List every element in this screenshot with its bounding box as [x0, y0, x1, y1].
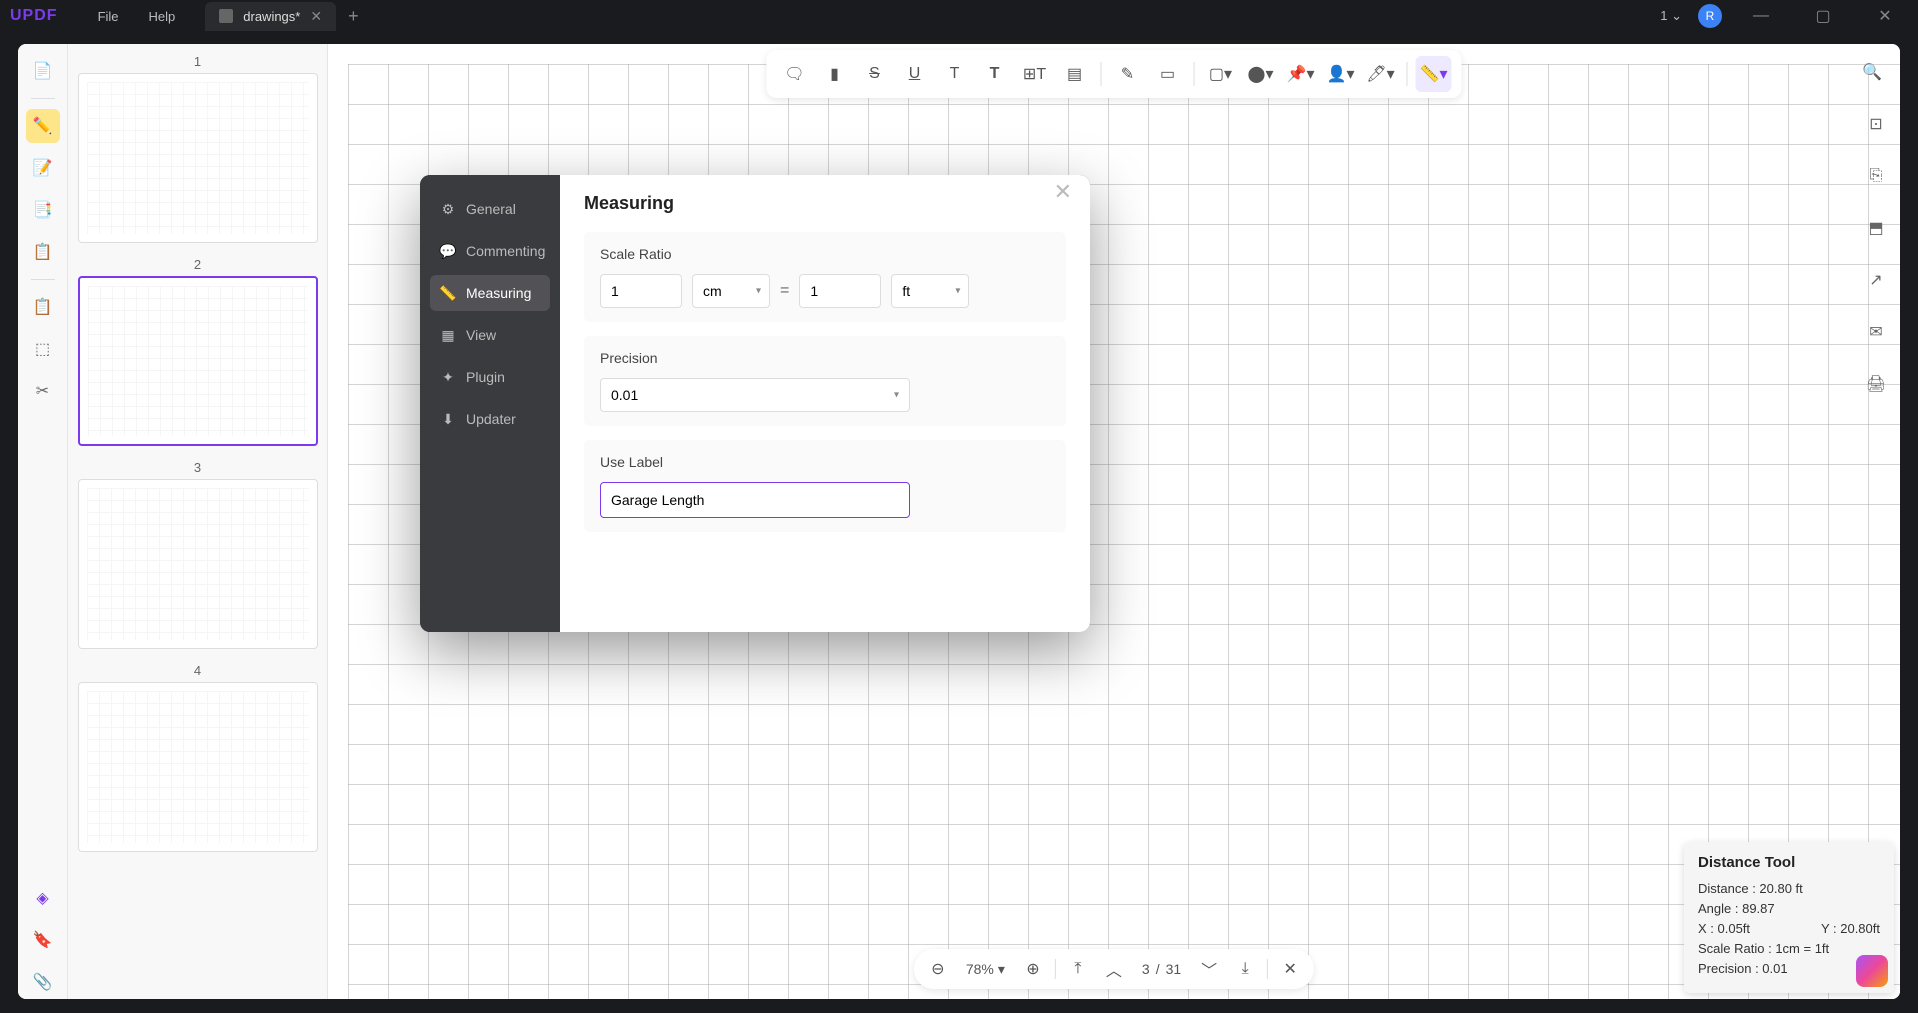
scale-unit2-select[interactable]: ft — [891, 274, 969, 308]
scale-value2-input[interactable] — [799, 274, 881, 308]
tab-commenting[interactable]: 💬 Commenting — [430, 233, 550, 269]
tab-general[interactable]: ⚙ General — [430, 191, 550, 227]
precision-group: Precision 0.01 — [584, 336, 1066, 426]
scale-value1-input[interactable] — [600, 274, 682, 308]
precision-label: Precision — [600, 350, 1050, 366]
modal-close-button[interactable] — [1046, 175, 1080, 213]
gear-icon: ⚙ — [440, 201, 456, 217]
ruler-icon: 📏 — [440, 285, 456, 301]
tab-plugin[interactable]: ✦ Plugin — [430, 359, 550, 395]
tab-measuring[interactable]: 📏 Measuring — [430, 275, 550, 311]
plugin-icon: ✦ — [440, 369, 456, 385]
preferences-overlay: ⚙ General 💬 Commenting 📏 Measuring ▦ Vie… — [0, 0, 1918, 1013]
use-label-group: Use Label — [584, 440, 1066, 532]
use-label-label: Use Label — [600, 454, 1050, 470]
modal-sidebar: ⚙ General 💬 Commenting 📏 Measuring ▦ Vie… — [420, 175, 560, 632]
use-label-input[interactable] — [600, 482, 910, 518]
comment-icon: 💬 — [440, 243, 456, 259]
scale-ratio-label: Scale Ratio — [600, 246, 1050, 262]
equals-sign: = — [780, 282, 789, 300]
modal-title: Measuring — [584, 193, 1066, 214]
tab-updater[interactable]: ⬇ Updater — [430, 401, 550, 437]
preferences-modal: ⚙ General 💬 Commenting 📏 Measuring ▦ Vie… — [420, 175, 1090, 632]
scale-ratio-group: Scale Ratio cm = ft — [584, 232, 1066, 322]
view-icon: ▦ — [440, 327, 456, 343]
tab-view[interactable]: ▦ View — [430, 317, 550, 353]
download-icon: ⬇ — [440, 411, 456, 427]
scale-unit1-select[interactable]: cm — [692, 274, 770, 308]
precision-select[interactable]: 0.01 — [600, 378, 910, 412]
